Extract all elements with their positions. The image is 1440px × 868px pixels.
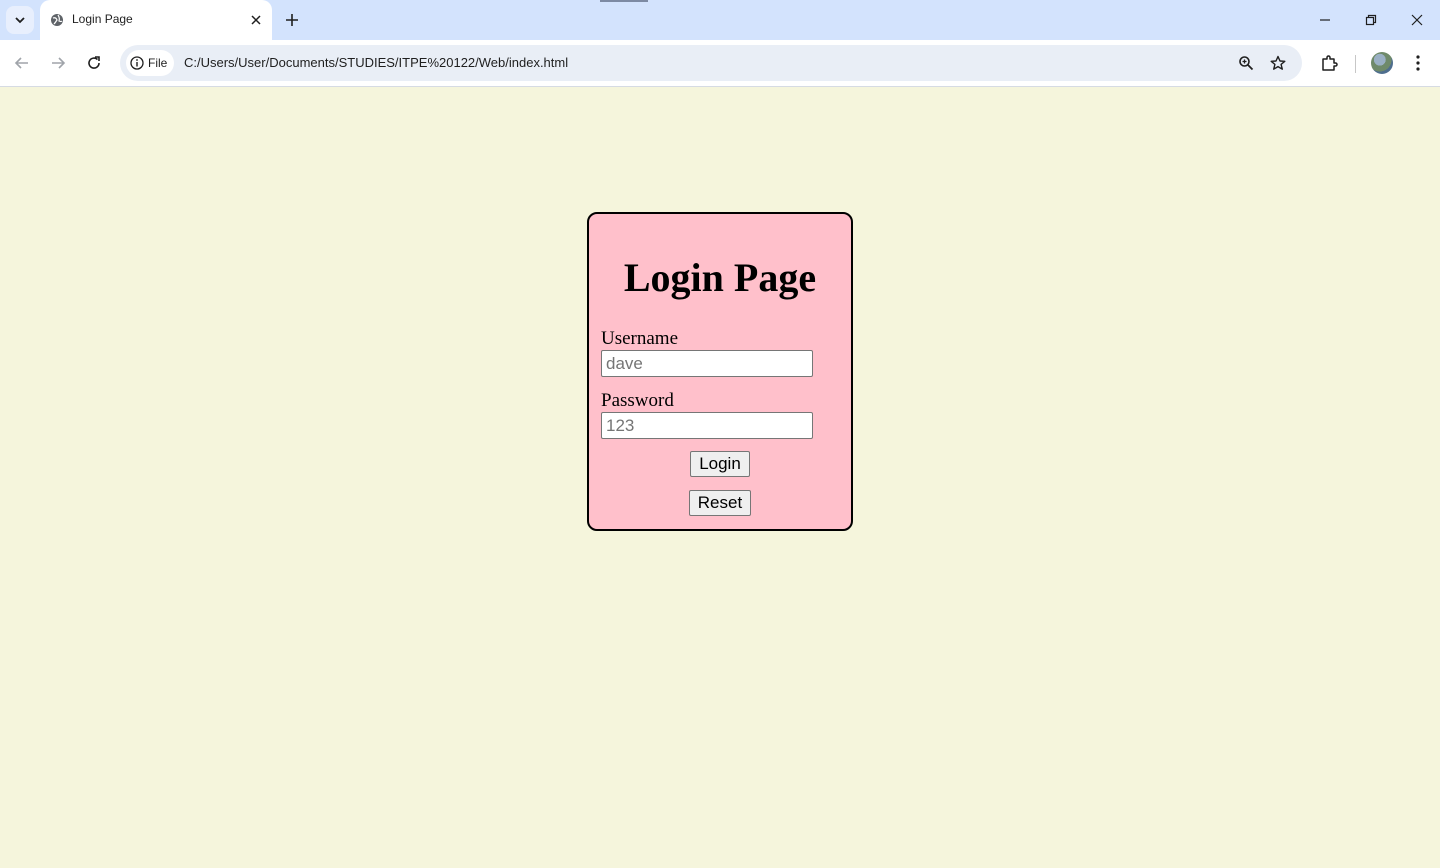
- minimize-icon: [1320, 19, 1330, 21]
- back-icon: [14, 57, 28, 69]
- menu-button[interactable]: [1406, 51, 1430, 75]
- bookmark-button[interactable]: [1268, 53, 1288, 73]
- restore-button[interactable]: [1348, 0, 1394, 40]
- forward-icon: [52, 57, 66, 69]
- globe-icon: [51, 14, 63, 26]
- zoom-icon: [1239, 56, 1254, 71]
- more-icon: [1416, 55, 1420, 71]
- minimize-button[interactable]: [1302, 0, 1348, 40]
- extensions-icon: [1322, 55, 1338, 71]
- tab-strip: Login Page: [0, 0, 1440, 40]
- info-icon: [130, 56, 144, 70]
- zoom-button[interactable]: [1236, 53, 1256, 73]
- reload-icon: [88, 56, 100, 69]
- page-title: Login Page: [623, 255, 817, 300]
- tab-close-button[interactable]: [248, 12, 264, 28]
- login-form-card: Login Page Username Password Login Reset: [587, 212, 853, 531]
- profile-avatar[interactable]: [1371, 52, 1393, 74]
- toolbar-divider: [1355, 55, 1356, 73]
- browser-toolbar: File C:/Users/User/Documents/STUDIES/ITP…: [0, 40, 1440, 87]
- address-bar[interactable]: File C:/Users/User/Documents/STUDIES/ITP…: [120, 45, 1302, 81]
- close-icon: [251, 15, 261, 25]
- reset-button[interactable]: Reset: [689, 490, 751, 516]
- tab-search-button[interactable]: [6, 6, 34, 34]
- password-label: Password: [601, 390, 674, 411]
- restore-icon: [1365, 14, 1377, 26]
- site-info-label: File: [148, 56, 168, 70]
- username-input[interactable]: [601, 350, 813, 377]
- site-info-chip[interactable]: File: [126, 50, 174, 76]
- url-text[interactable]: C:/Users/User/Documents/STUDIES/ITPE%201…: [184, 55, 568, 70]
- forward-button[interactable]: [45, 50, 71, 76]
- drag-indicator: [600, 0, 648, 2]
- plus-icon: [286, 14, 298, 26]
- login-button[interactable]: Login: [690, 451, 750, 477]
- window-close-button[interactable]: [1394, 0, 1440, 40]
- new-tab-button[interactable]: [282, 10, 302, 30]
- close-icon: [1411, 14, 1423, 26]
- tab-title: Login Page: [72, 12, 133, 26]
- back-button[interactable]: [9, 50, 35, 76]
- username-label: Username: [601, 328, 679, 349]
- extensions-button[interactable]: [1317, 51, 1341, 75]
- reload-button[interactable]: [81, 50, 107, 76]
- star-icon: [1270, 55, 1286, 70]
- chevron-down-icon: [15, 17, 25, 24]
- active-tab[interactable]: Login Page: [40, 0, 272, 40]
- password-input[interactable]: [601, 412, 813, 439]
